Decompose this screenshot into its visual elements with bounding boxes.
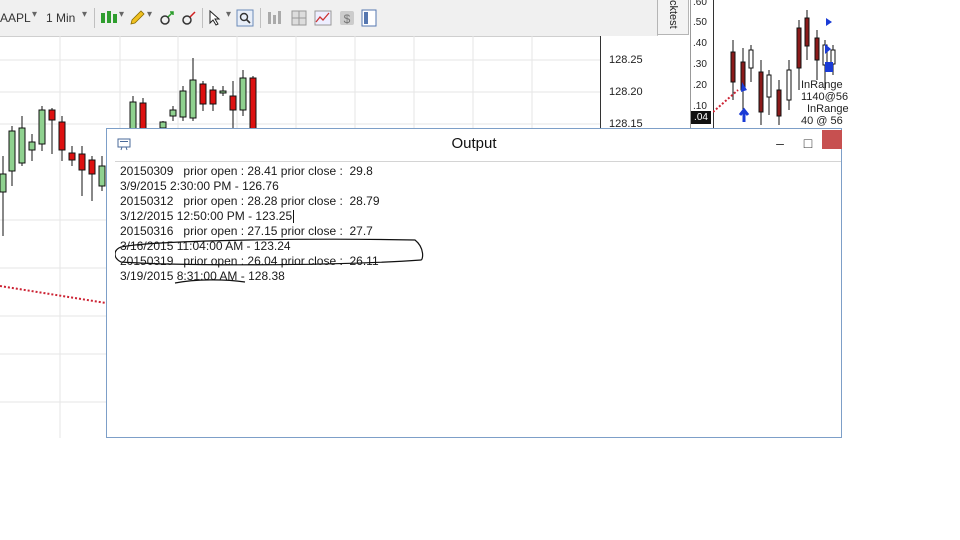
toolbar-divider: [94, 8, 95, 28]
output-line: 3/9/2015 2:30:00 PM - 126.76: [120, 179, 279, 193]
output-window[interactable]: Output – □ 20150309 prior open : 28.41 p…: [106, 128, 842, 438]
candle: [219, 90, 227, 94]
candle: [139, 102, 147, 132]
strategy-analyzer-tab[interactable]: cktest: [657, 0, 689, 35]
mini-axis-label: .30: [693, 59, 707, 70]
candle: [98, 165, 106, 187]
signal-marker-icon: [825, 44, 831, 54]
toolbar-divider: [260, 8, 261, 28]
minimize-button[interactable]: –: [765, 130, 795, 156]
candle: [189, 79, 197, 119]
column-icon[interactable]: [266, 9, 284, 27]
candle: [0, 173, 7, 193]
interval-selector[interactable]: 1 Min: [46, 11, 75, 25]
candle: [249, 77, 257, 131]
candle: [129, 101, 137, 131]
candle: [199, 83, 207, 105]
candle: [38, 109, 46, 145]
price-label: 128.20: [609, 86, 643, 98]
candle: [48, 109, 56, 121]
mini-axis-label: .50: [693, 17, 707, 28]
panel-icon[interactable]: [360, 9, 378, 27]
mini-axis-label: .40: [693, 38, 707, 49]
price-label: 128.25: [609, 54, 643, 66]
pencil-icon[interactable]: [128, 9, 146, 27]
search-icon[interactable]: [236, 9, 254, 27]
zoom-out-icon[interactable]: [180, 9, 198, 27]
dollar-icon[interactable]: $: [338, 9, 356, 27]
toolbar-divider: [202, 8, 203, 28]
candle: [239, 77, 247, 111]
chart-toolbar: AAPL ▾ 1 Min ▾ ▾ ▾ ▾ $: [0, 0, 657, 37]
tile-icon[interactable]: [290, 9, 308, 27]
line-chart-icon[interactable]: [314, 9, 332, 27]
candle: [28, 141, 36, 151]
output-line: 3/12/2015 12:50:00 PM - 123.25: [120, 209, 295, 224]
pointer-icon[interactable]: [207, 9, 225, 27]
signal-marker-icon: [826, 18, 832, 26]
mini-label: 40 @ 56: [801, 115, 843, 127]
buy-arrow-icon: [738, 107, 750, 122]
output-line: 20150312 prior open : 28.28 prior close …: [120, 194, 380, 208]
mini-label: InRange: [807, 103, 849, 115]
current-price-marker: .04: [691, 111, 711, 124]
mini-axis-label: .60: [693, 0, 707, 8]
output-line-text: 3/12/2015 12:50:00 PM - 123.25: [120, 209, 293, 223]
output-line: 20150309 prior open : 28.41 prior close …: [120, 164, 373, 178]
dotted-trend-line: [0, 285, 107, 304]
zoom-in-icon[interactable]: [158, 9, 176, 27]
output-line: 3/16/2015 11:04:00 AM - 123.24: [120, 239, 291, 253]
mini-chart: .60 .50 .40 .30 .20 .10 .04 InRange 1140…: [690, 0, 849, 128]
maximize-button[interactable]: □: [793, 130, 823, 156]
output-line: 3/19/2015 8:31:00 AM - 128.38: [120, 269, 285, 283]
pencil-dropdown-icon[interactable]: ▾: [147, 9, 152, 20]
instrument-selector[interactable]: AAPL: [0, 11, 31, 25]
candle: [169, 109, 177, 117]
strategy-tab-label: cktest: [667, 0, 679, 29]
candle: [8, 130, 16, 172]
candle: [88, 159, 96, 175]
signal-marker-icon: [825, 62, 833, 72]
candle: [68, 152, 76, 161]
mini-label: 1140@56: [801, 91, 849, 103]
candle: [78, 153, 86, 171]
svg-text:$: $: [344, 12, 351, 26]
pointer-dropdown-icon[interactable]: ▾: [226, 9, 231, 20]
candle: [229, 95, 237, 111]
output-line: 20150319 prior open : 26.04 prior close …: [120, 254, 379, 268]
close-button[interactable]: [822, 130, 842, 149]
candle: [209, 89, 217, 105]
output-text-area[interactable]: 20150309 prior open : 28.41 prior close …: [115, 161, 841, 437]
mini-axis-label: .20: [693, 80, 707, 91]
mini-price-axis: .60 .50 .40 .30 .20 .10 .04: [691, 0, 714, 128]
candle: [179, 90, 187, 118]
bar-type-icon[interactable]: [100, 9, 118, 27]
output-line: 20150316 prior open : 27.15 prior close …: [120, 224, 373, 238]
interval-dropdown-icon[interactable]: ▾: [82, 9, 87, 20]
text-cursor: [293, 210, 295, 224]
bar-type-dropdown-icon[interactable]: ▾: [119, 9, 124, 20]
output-titlebar[interactable]: Output – □: [107, 129, 842, 159]
candle: [18, 127, 26, 164]
mini-label: InRange: [801, 79, 843, 91]
instrument-dropdown-icon[interactable]: ▾: [32, 9, 37, 20]
candle: [58, 121, 66, 151]
mini-dotted-line: [713, 89, 739, 113]
output-title: Output: [451, 135, 497, 152]
